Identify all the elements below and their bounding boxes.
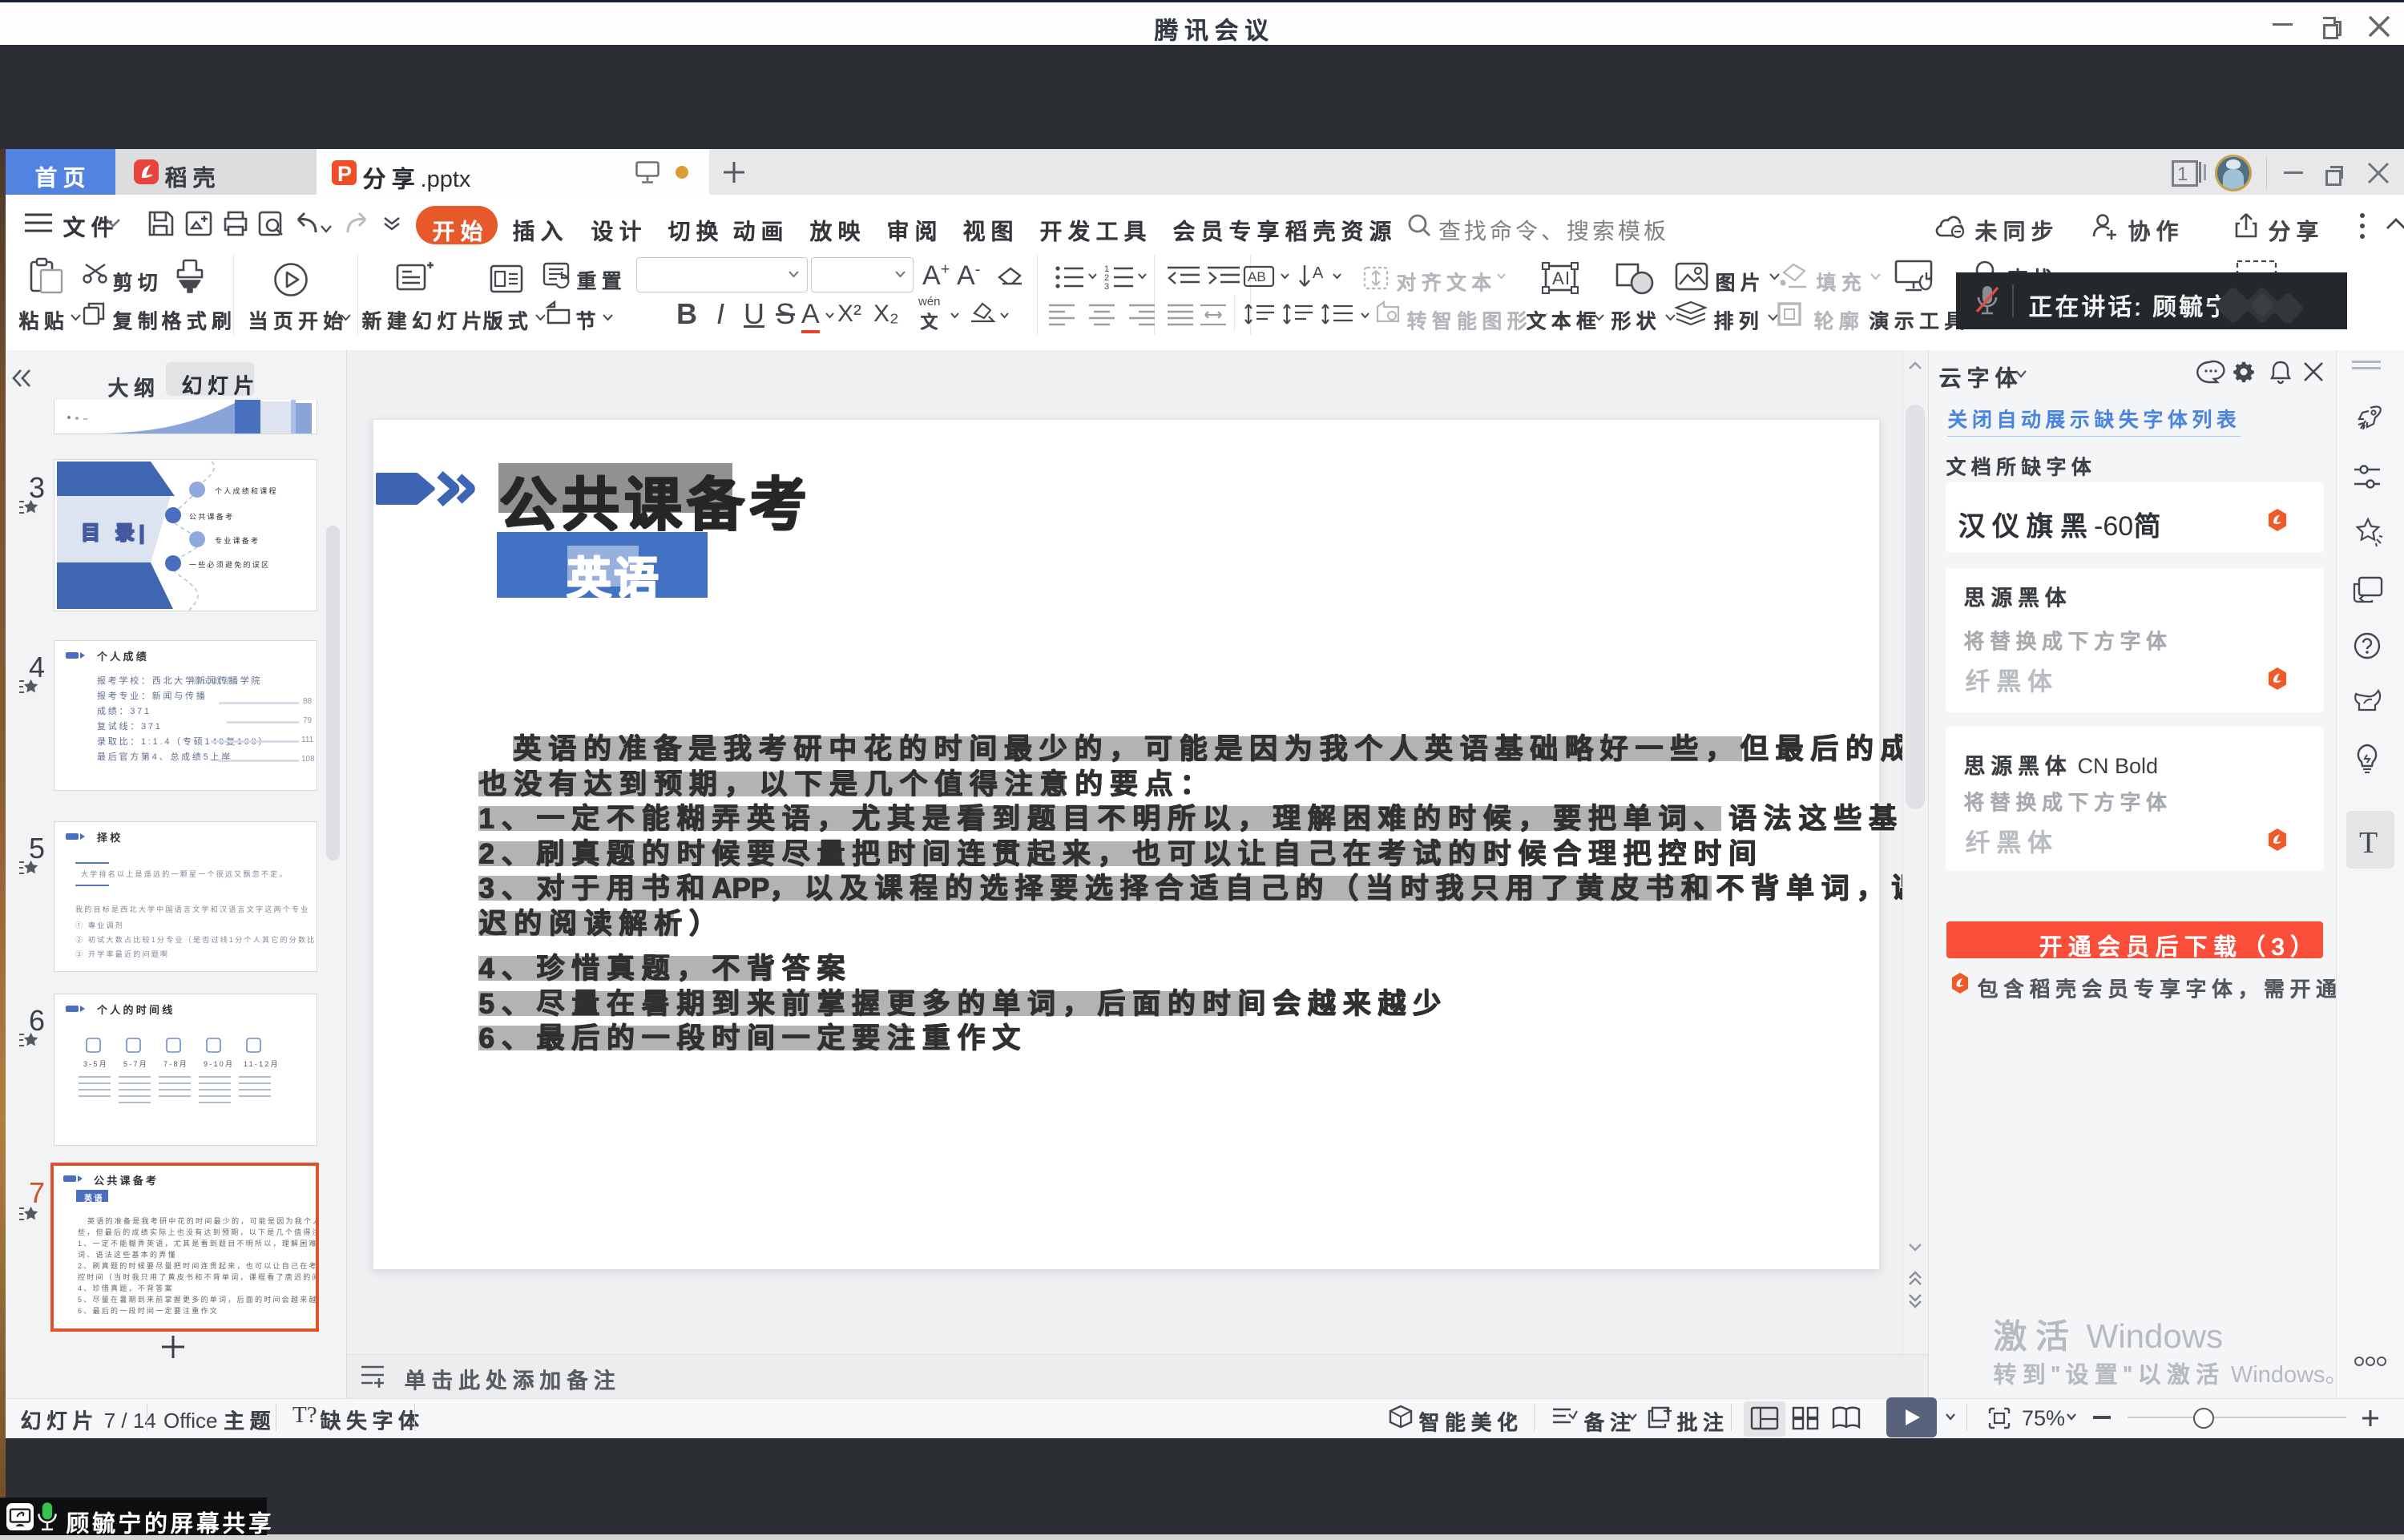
svg-text:A: A [1552,268,1564,288]
svg-text:A: A [1313,264,1324,282]
svg-text:3: 3 [1104,282,1109,292]
svg-text:AB: AB [1248,269,1266,284]
